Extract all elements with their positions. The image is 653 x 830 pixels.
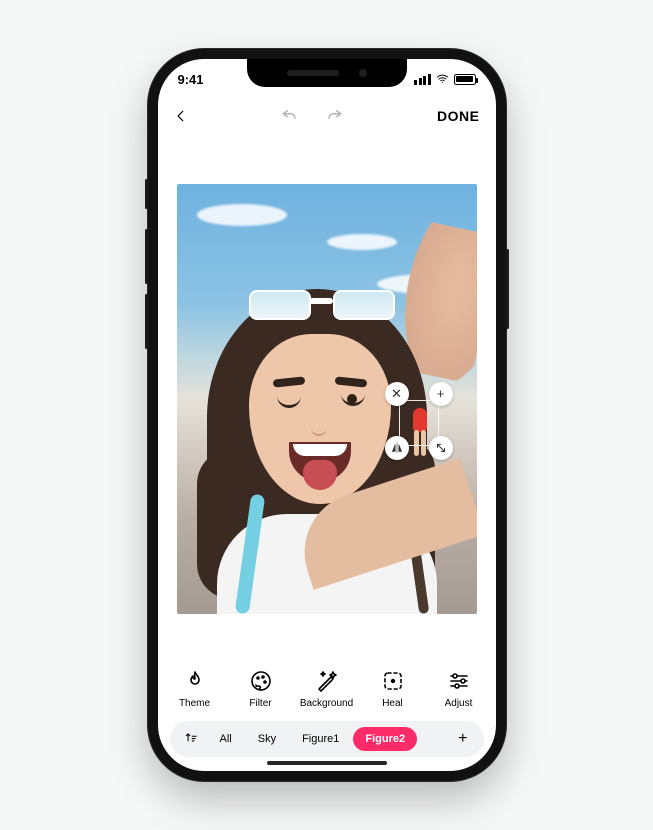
- handle-add[interactable]: +: [429, 382, 453, 406]
- editor-canvas[interactable]: ✕ +: [158, 133, 496, 660]
- sort-button[interactable]: [176, 725, 206, 754]
- status-time: 9:41: [178, 72, 204, 87]
- speaker: [287, 70, 339, 76]
- back-button[interactable]: [174, 107, 188, 125]
- battery-icon: [454, 74, 476, 85]
- photo-sky: [197, 204, 287, 226]
- sort-icon: [184, 731, 198, 745]
- redo-icon: [325, 107, 345, 125]
- wifi-icon: [435, 73, 450, 85]
- tool-theme[interactable]: Theme: [164, 668, 226, 709]
- home-indicator[interactable]: [267, 761, 387, 765]
- tool-heal[interactable]: Heal: [362, 668, 424, 709]
- layer-chips: AllSkyFigure1Figure2 +: [170, 721, 484, 757]
- screen: 9:41 DONE: [158, 59, 496, 771]
- tool-row: Theme Filter Background: [158, 660, 496, 713]
- palette-icon: [248, 668, 274, 694]
- undo-icon: [279, 107, 299, 125]
- page: 9:41 DONE: [0, 0, 653, 830]
- layer-chip-figure1[interactable]: Figure1: [290, 727, 351, 751]
- handle-flip[interactable]: [385, 436, 409, 460]
- photo-subject: [247, 290, 397, 330]
- phone-mock: 9:41 DONE: [148, 49, 506, 781]
- heal-icon: [380, 668, 406, 694]
- handle-delete[interactable]: ✕: [385, 382, 409, 406]
- close-icon: ✕: [391, 386, 402, 402]
- layer-chip-all[interactable]: All: [208, 727, 244, 751]
- tool-label: Filter: [249, 698, 271, 709]
- cellular-icon: [414, 74, 431, 85]
- plus-icon: +: [437, 386, 445, 401]
- phone-side-button: [506, 249, 509, 329]
- phone-side-button: [145, 179, 148, 209]
- add-layer-button[interactable]: +: [448, 726, 477, 752]
- magic-wand-icon: [314, 668, 340, 694]
- tool-adjust[interactable]: Adjust: [428, 668, 490, 709]
- tool-label: Adjust: [445, 698, 473, 709]
- tool-label: Heal: [382, 698, 403, 709]
- tool-label: Theme: [179, 698, 210, 709]
- phone-side-button: [145, 229, 148, 284]
- undo-button[interactable]: [279, 107, 299, 125]
- photo[interactable]: ✕ +: [177, 184, 477, 614]
- flame-icon: [182, 668, 208, 694]
- editor-topbar: DONE: [158, 99, 496, 133]
- notch: [247, 59, 407, 87]
- done-button[interactable]: DONE: [437, 108, 479, 124]
- resize-icon: [435, 442, 447, 454]
- tool-background[interactable]: Background: [296, 668, 358, 709]
- chevron-left-icon: [174, 107, 188, 125]
- handle-scale[interactable]: [429, 436, 453, 460]
- tool-label: Background: [300, 698, 353, 709]
- tool-filter[interactable]: Filter: [230, 668, 292, 709]
- sliders-icon: [446, 668, 472, 694]
- layer-chip-sky[interactable]: Sky: [246, 727, 288, 751]
- layer-chip-figure2[interactable]: Figure2: [353, 727, 417, 751]
- flip-horizontal-icon: [390, 441, 404, 455]
- transform-handles[interactable]: ✕ +: [389, 384, 449, 456]
- redo-button[interactable]: [325, 107, 345, 125]
- phone-side-button: [145, 294, 148, 349]
- front-camera: [359, 69, 367, 77]
